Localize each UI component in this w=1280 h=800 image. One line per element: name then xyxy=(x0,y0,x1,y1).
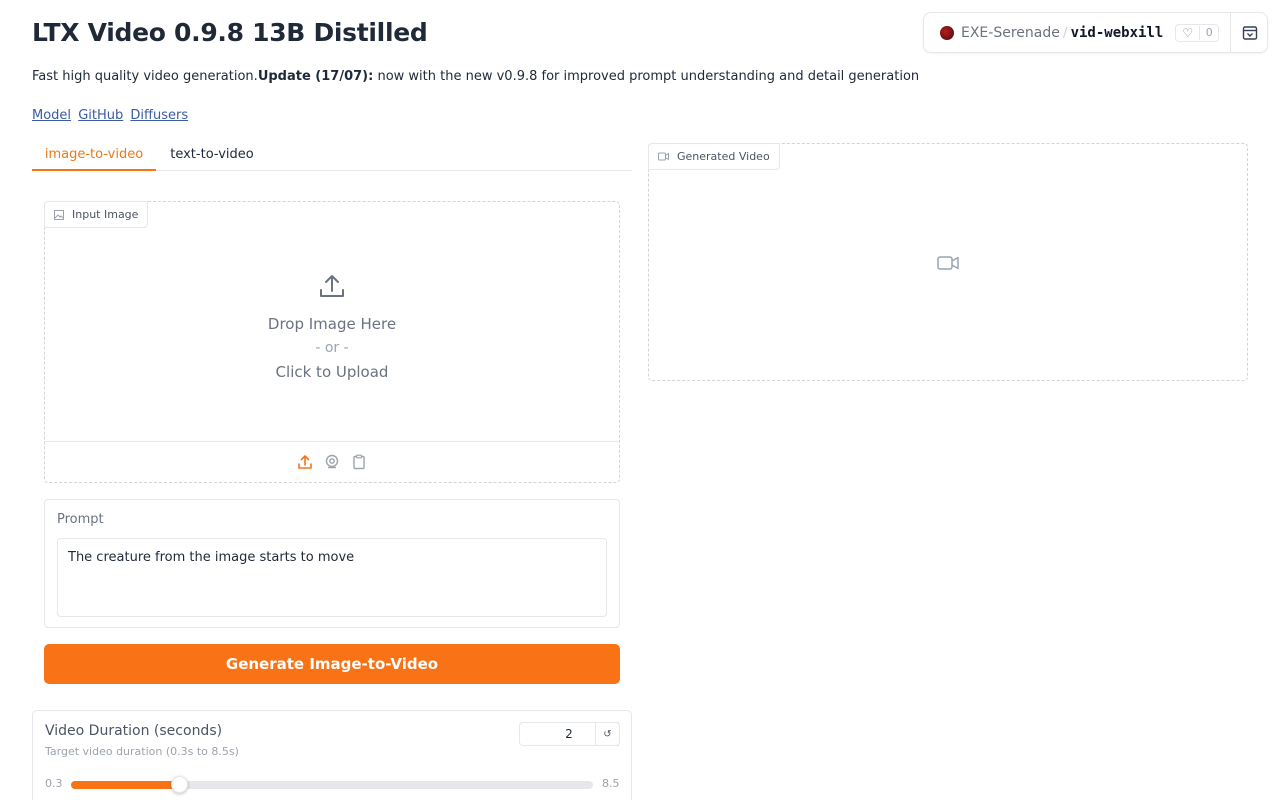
resource-links: Model GitHub Diffusers xyxy=(32,108,191,123)
upload-icon xyxy=(320,275,344,297)
space-repo-name[interactable]: vid-webxill xyxy=(1071,25,1164,41)
space-owner[interactable]: EXE-Serenade xyxy=(961,25,1060,41)
generated-video-label-text: Generated Video xyxy=(677,150,770,163)
like-button[interactable]: ♡ 0 xyxy=(1175,23,1220,42)
path-separator: / xyxy=(1062,24,1068,41)
generate-image-to-video-button[interactable]: Generate Image-to-Video xyxy=(44,644,620,684)
prompt-panel: Prompt The creature from the image start… xyxy=(44,499,620,628)
tab-image-to-video[interactable]: image-to-video xyxy=(32,147,156,171)
image-icon xyxy=(54,209,64,220)
prompt-input[interactable]: The creature from the image starts to mo… xyxy=(57,538,607,617)
drop-area[interactable]: Drop Image Here - or - Click to Upload xyxy=(45,272,619,384)
like-count: 0 xyxy=(1205,26,1213,39)
collapse-icon xyxy=(1242,25,1257,40)
video-icon xyxy=(658,152,669,161)
duration-min-label: 0.3 xyxy=(45,777,63,790)
or-text: - or - xyxy=(315,340,349,356)
input-image-dropzone[interactable]: Input Image Drop Image Here - or - Click… xyxy=(44,201,620,483)
input-image-label-text: Input Image xyxy=(72,208,139,221)
clipboard-source-button[interactable] xyxy=(350,453,368,471)
prompt-label: Prompt xyxy=(57,512,104,527)
collapse-header-button[interactable] xyxy=(1231,13,1268,52)
description-bold: Update (17/07): xyxy=(257,69,374,84)
duration-slider-thumb[interactable] xyxy=(171,776,189,793)
webcam-icon xyxy=(325,454,339,469)
image-source-toolbar xyxy=(45,441,619,482)
upload-source-button[interactable] xyxy=(296,453,314,471)
video-icon xyxy=(937,256,959,270)
duration-slider-fill xyxy=(71,781,180,789)
model-link[interactable]: Model xyxy=(32,108,71,123)
duration-panel: Video Duration (seconds) Target video du… xyxy=(32,710,632,800)
generated-video-panel: Generated Video xyxy=(648,143,1248,381)
description-plain: Fast high quality video generation. xyxy=(32,69,258,84)
duration-slider[interactable] xyxy=(71,776,593,793)
mode-tabs: image-to-video text-to-video xyxy=(32,140,632,171)
upload-icon xyxy=(298,455,312,469)
tab-text-to-video[interactable]: text-to-video xyxy=(156,147,268,171)
github-link[interactable]: GitHub xyxy=(78,108,123,123)
drop-text: Drop Image Here xyxy=(267,315,397,333)
diffusers-link[interactable]: Diffusers xyxy=(130,108,188,123)
generated-video-label: Generated Video xyxy=(648,143,780,170)
space-header: EXE-Serenade / vid-webxill ♡ 0 xyxy=(923,12,1268,53)
page-description: Fast high quality video generation.Updat… xyxy=(32,69,919,84)
page-title: LTX Video 0.9.8 13B Distilled xyxy=(32,18,428,47)
duration-reset-button[interactable]: ↺ xyxy=(595,722,620,746)
click-upload-text: Click to Upload xyxy=(275,363,389,381)
duration-info: Target video duration (0.3s to 8.5s) xyxy=(45,745,239,758)
description-rest: now with the new v0.9.8 for improved pro… xyxy=(373,69,920,84)
clipboard-icon xyxy=(353,454,365,470)
duration-max-label: 8.5 xyxy=(602,777,620,790)
heart-icon: ♡ xyxy=(1176,25,1201,40)
owner-avatar[interactable] xyxy=(940,25,954,40)
input-image-label: Input Image xyxy=(44,201,149,228)
webcam-source-button[interactable] xyxy=(323,453,341,471)
duration-label: Video Duration (seconds) xyxy=(45,723,223,739)
